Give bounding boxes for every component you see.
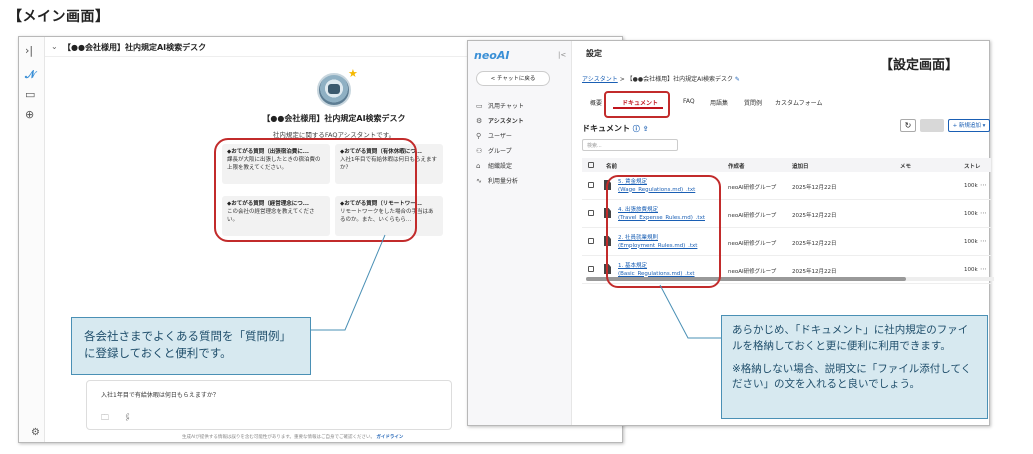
chat-input-field[interactable]: 入社1年目で有給休暇は何日もらえますか？ [101, 390, 219, 399]
left-connector-line [311, 234, 386, 331]
guideline-link[interactable]: ガイドライン [376, 435, 403, 440]
right-connector-line [659, 284, 721, 339]
documents-callout: あらかじめ、「ドキュメント」に社内規定のファイルを格納しておくと更に便利に利用で… [721, 315, 988, 419]
documents-callout-text: あらかじめ、「ドキュメント」に社内規定のファイルを格納しておくと更に便利に利用で… [732, 324, 969, 352]
documents-callout-note: ※格納しない場合、説明文に「ファイル添付してください」の文を入れると良いでしょう… [732, 363, 972, 390]
faq-callout: 各会社さまでよくある質問を「質問例」に登録しておくと便利です。 [71, 317, 311, 375]
disclaimer-text: 生成AIが提供する情報は誤りを含む可能性があります。重要な情報はご自身でご確認く… [182, 434, 403, 440]
attach-icons[interactable]: 🗀 🖇 [101, 412, 138, 426]
disclaimer-body: 生成AIが提供する情報は誤りを含む可能性があります。重要な情報はご自身でご確認く… [182, 435, 375, 440]
chat-input-box[interactable]: 入社1年目で有給休暇は何日もらえますか？ 🗀 🖇 [86, 380, 452, 430]
